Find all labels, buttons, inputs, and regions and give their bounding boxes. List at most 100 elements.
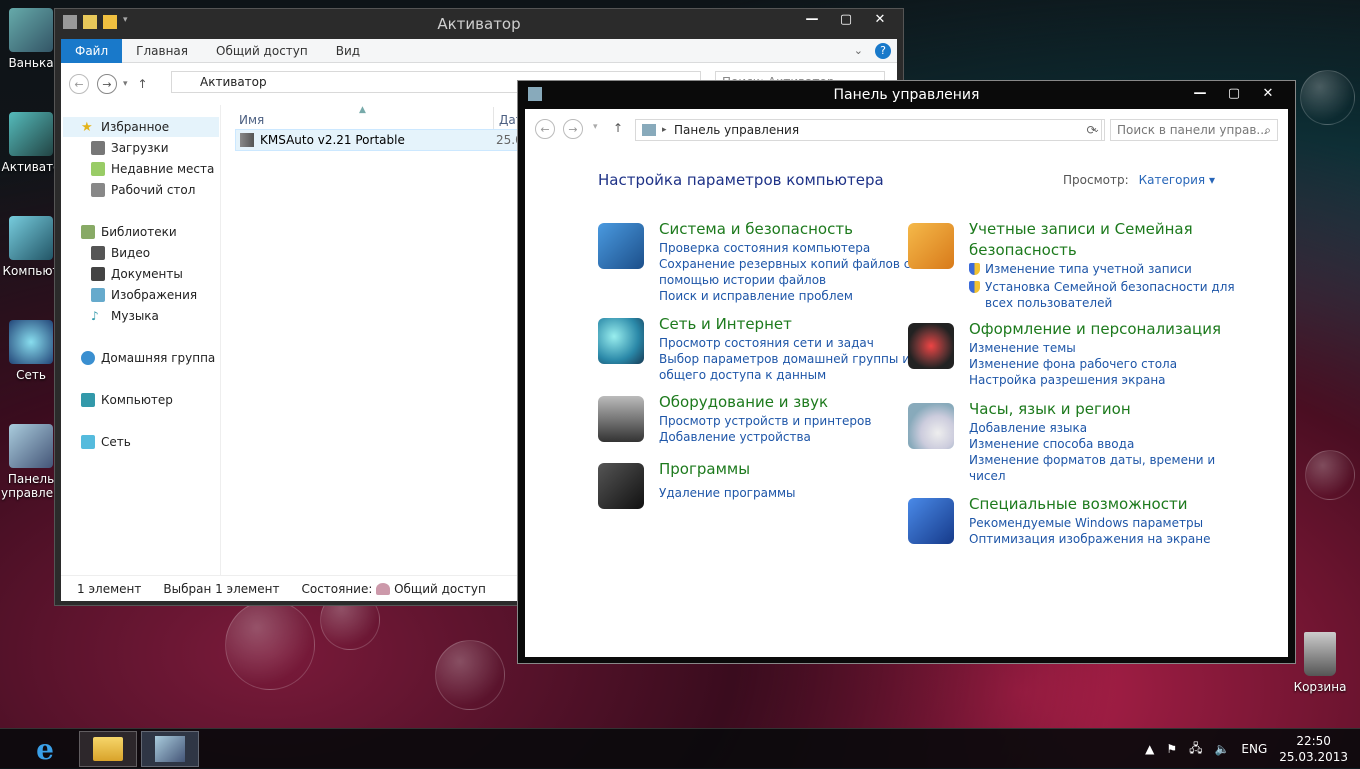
maximize-button[interactable]: ▢ <box>1217 83 1251 103</box>
category-link[interactable]: Изменение типа учетной записи <box>969 261 1235 277</box>
nav-libraries[interactable]: Библиотеки <box>81 223 177 241</box>
taskbar-control-panel[interactable] <box>141 731 199 767</box>
category-link[interactable]: Изменение форматов даты, времени и <box>969 452 1215 468</box>
folder-icon <box>240 133 254 147</box>
breadcrumb: Активатор <box>200 75 267 89</box>
minimize-button[interactable]: — <box>1183 83 1217 103</box>
breadcrumb: Панель управления <box>674 123 800 137</box>
nav-music[interactable]: ♪ Музыка <box>91 307 159 325</box>
category-title[interactable]: Оформление и персонализация <box>969 319 1221 340</box>
control-panel-content: ← → ▾ ↑ ▸ Панель управления ⌄ Поиск в па… <box>525 109 1288 657</box>
window-controls: — ▢ ✕ <box>795 9 897 29</box>
ribbon-expand-icon[interactable]: ⌄ <box>854 44 863 57</box>
category-link[interactable]: Добавление языка <box>969 420 1215 436</box>
refresh-button[interactable]: ⟳ <box>1082 119 1102 141</box>
category-link[interactable]: Рекомендуемые Windows параметры <box>969 515 1210 531</box>
libraries-icon <box>81 225 95 239</box>
category-link[interactable]: Изменение фона рабочего стола <box>969 356 1177 372</box>
nav-documents[interactable]: Документы <box>91 265 183 283</box>
category-link[interactable]: Просмотр устройств и принтеров <box>659 413 871 429</box>
action-center-flag-icon[interactable]: ⚑ <box>1166 742 1177 756</box>
category-title[interactable]: Специальные возможности <box>969 494 1187 515</box>
forward-button[interactable]: → <box>563 119 583 139</box>
control-panel-address-bar[interactable]: ▸ Панель управления ⌄ <box>635 119 1105 141</box>
desktop-icon-recycle-bin[interactable]: Корзина <box>1290 632 1350 694</box>
desktop-icon-user[interactable]: Ванька <box>0 8 62 70</box>
control-panel-window[interactable]: Панель управления — ▢ ✕ ← → ▾ ↑ ▸ Панель… <box>517 80 1296 664</box>
explorer-title: Активатор <box>437 15 521 33</box>
tab-view[interactable]: Вид <box>322 39 374 63</box>
clock[interactable]: 22:50 25.03.2013 <box>1279 733 1348 765</box>
wallpaper-bubble <box>1300 70 1355 125</box>
category-title[interactable]: Оборудование и звук <box>659 392 828 413</box>
recent-places-icon <box>91 162 105 176</box>
nav-network[interactable]: Сеть <box>81 433 131 451</box>
back-button[interactable]: ← <box>69 74 89 94</box>
language-indicator[interactable]: ENG <box>1241 742 1267 756</box>
taskbar-explorer[interactable] <box>79 731 137 767</box>
network-status-icon[interactable]: 🖧 <box>1189 739 1202 760</box>
category-link[interactable]: Поиск и исправление проблем <box>659 288 910 304</box>
category-link[interactable]: всех пользователей <box>969 295 1235 311</box>
category-link[interactable]: общего доступа к данным <box>659 367 910 383</box>
control-panel-titlebar[interactable]: Панель управления — ▢ ✕ <box>518 81 1295 109</box>
taskbar-internet-explorer[interactable]: e <box>16 731 74 767</box>
category-link[interactable]: Изменение способа ввода <box>969 436 1215 452</box>
folder-icon <box>9 112 53 156</box>
close-button[interactable]: ✕ <box>863 9 897 29</box>
category-link[interactable]: Сохранение резервных копий файлов с <box>659 256 910 272</box>
minimize-button[interactable]: — <box>795 9 829 29</box>
desktop-icon-activator[interactable]: Активато <box>0 112 62 174</box>
nav-images[interactable]: Изображения <box>91 286 197 304</box>
nav-homegroup[interactable]: Домашняя группа <box>81 349 215 367</box>
maximize-button[interactable]: ▢ <box>829 9 863 29</box>
control-panel-title: Панель управления <box>833 87 980 103</box>
category-link[interactable]: Изменение темы <box>969 340 1177 356</box>
category-link[interactable]: Просмотр состояния сети и задач <box>659 335 910 351</box>
forward-button[interactable]: → <box>97 74 117 94</box>
category-title[interactable]: Часы, язык и регион <box>969 399 1131 420</box>
close-button[interactable]: ✕ <box>1251 83 1285 103</box>
recent-locations-button[interactable]: ▾ <box>123 79 128 89</box>
category-link[interactable]: Добавление устройства <box>659 429 871 445</box>
category-link[interactable]: Проверка состояния компьютера <box>659 240 910 256</box>
category-link[interactable]: Выбор параметров домашней группы и <box>659 351 910 367</box>
category-title[interactable]: Учетные записи и Семейная безопасность <box>969 219 1193 261</box>
category-link[interactable]: Установка Семейной безопасности для <box>969 279 1235 295</box>
category-link[interactable]: Удаление программы <box>659 485 796 501</box>
category-link[interactable]: Настройка разрешения экрана <box>969 372 1177 388</box>
recycle-bin-icon <box>1304 632 1336 676</box>
category-title[interactable]: Сеть и Интернет <box>659 314 792 335</box>
nav-recent[interactable]: Недавние места <box>91 160 214 178</box>
nav-video[interactable]: Видео <box>91 244 150 262</box>
volume-icon[interactable]: 🔈 <box>1214 742 1229 756</box>
search-icon[interactable]: ⌕ <box>1264 120 1271 140</box>
explorer-titlebar[interactable]: ▾ Активатор — ▢ ✕ <box>55 9 903 37</box>
column-header-name[interactable]: Имя <box>239 113 264 127</box>
nav-desktop[interactable]: Рабочий стол <box>91 181 195 199</box>
up-button[interactable]: ↑ <box>613 121 623 135</box>
show-hidden-icons-button[interactable]: ▲ <box>1145 742 1154 756</box>
nav-downloads[interactable]: Загрузки <box>91 139 169 157</box>
tab-home[interactable]: Главная <box>122 39 202 63</box>
category-link[interactable]: помощью истории файлов <box>659 272 910 288</box>
desktop-icon-network[interactable]: Сеть <box>0 320 62 382</box>
desktop-icon-control-panel[interactable]: Панель управлен <box>0 424 62 500</box>
tab-file[interactable]: Файл <box>61 38 123 63</box>
up-button[interactable]: ↑ <box>138 77 148 91</box>
category-link[interactable]: чисел <box>969 468 1215 484</box>
desktop-icon-computer[interactable]: Компьют <box>0 216 62 278</box>
category-title[interactable]: Программы <box>659 459 750 480</box>
category-title[interactable]: Система и безопасность <box>659 219 853 240</box>
nav-favorites[interactable]: ★ Избранное <box>81 118 169 136</box>
view-by-dropdown[interactable]: Категория ▾ <box>1139 173 1215 187</box>
recent-locations-button[interactable]: ▾ <box>593 122 598 132</box>
star-icon: ★ <box>81 120 93 135</box>
category-link[interactable]: Оптимизация изображения на экране <box>969 531 1210 547</box>
back-button[interactable]: ← <box>535 119 555 139</box>
ease-of-access-icon <box>908 498 954 544</box>
control-panel-search-input[interactable]: Поиск в панели управ... ⌕ <box>1110 119 1278 141</box>
tab-share[interactable]: Общий доступ <box>202 39 322 63</box>
nav-computer[interactable]: Компьютер <box>81 391 173 409</box>
help-icon[interactable]: ? <box>875 42 891 59</box>
